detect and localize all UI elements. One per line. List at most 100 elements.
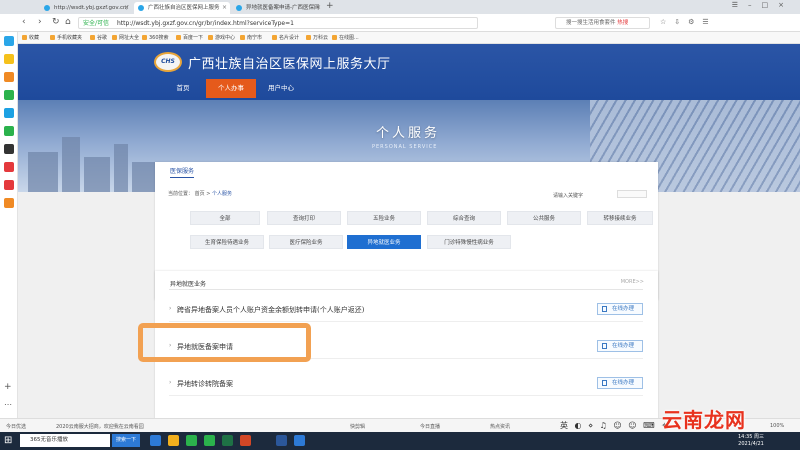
wechat-icon[interactable] xyxy=(204,435,215,446)
close-icon[interactable]: × xyxy=(316,2,321,14)
forward-icon[interactable]: › xyxy=(38,17,42,27)
chevron-right-icon: › xyxy=(169,305,172,312)
settings-icon[interactable]: ⋯ xyxy=(4,400,14,410)
nav-personal-affairs[interactable]: 个人办事 xyxy=(206,79,256,98)
url-field[interactable]: 安全/可信 http://wsdt.ybj.gxzf.gov.cn/gr/br/… xyxy=(78,17,478,29)
browser-search-input[interactable]: 搜一搜生活用食套件 热搜 xyxy=(555,17,650,29)
category-remote-medical[interactable]: 异地就医业务 xyxy=(347,235,421,249)
taskbar-search-button[interactable]: 搜索一下 xyxy=(112,434,140,447)
chat-icon[interactable] xyxy=(4,90,14,100)
category-all[interactable]: 全部 xyxy=(190,211,260,225)
online-handle-button[interactable]: 在线办理 xyxy=(597,340,643,352)
back-icon[interactable]: ‹ xyxy=(22,17,26,27)
status-item[interactable]: 热点资讯 xyxy=(490,423,510,430)
category-chronic-disease[interactable]: 门诊特殊慢性病业务 xyxy=(427,235,511,249)
service-item[interactable]: › 异地转诊转院备案 在线办理 xyxy=(169,372,643,396)
service-item-name[interactable]: 异地转诊转院备案 xyxy=(177,379,233,389)
main-nav: 首页 个人办事 用户中心 xyxy=(18,79,800,100)
keyword-input[interactable] xyxy=(617,190,647,198)
online-handle-button[interactable]: 在线办理 xyxy=(597,377,643,389)
document-icon xyxy=(602,343,607,349)
bookmark-item[interactable]: 游戏中心 xyxy=(208,34,235,41)
system-clock[interactable]: 14:35 周三 2021/4/21 xyxy=(738,434,764,448)
browser-logo-icon[interactable] xyxy=(4,36,14,46)
folder-icon xyxy=(240,35,245,40)
nav-user-center[interactable]: 用户中心 xyxy=(256,79,306,98)
bookmark-item[interactable]: 谷歌 xyxy=(90,34,107,41)
category-transfer[interactable]: 转移接续业务 xyxy=(587,211,653,225)
status-news[interactable]: 2020云南服大招商，欢迎我在云南看园 xyxy=(56,423,144,430)
ie-icon[interactable] xyxy=(150,435,161,446)
bookmark-item[interactable]: 手机收藏夹 xyxy=(50,34,82,41)
close-icon[interactable]: × xyxy=(222,2,227,14)
edge-icon[interactable] xyxy=(294,435,305,446)
weibo-icon[interactable] xyxy=(4,72,14,82)
browser-360-icon[interactable] xyxy=(186,435,197,446)
pinned-app-icon[interactable] xyxy=(4,108,14,118)
folder-icon xyxy=(112,35,117,40)
category-query-print[interactable]: 查询打印 xyxy=(267,211,341,225)
status-today-pick[interactable]: 今日优选 xyxy=(6,423,26,430)
star-icon[interactable] xyxy=(4,54,14,64)
folder-icon xyxy=(272,35,277,40)
bookmark-item[interactable]: 360搜索 xyxy=(142,34,169,41)
service-item[interactable]: › 跨省异地备案人员个人账户资金余额划转申请(个人账户返还) 在线办理 xyxy=(169,298,643,322)
category-maternity[interactable]: 生育保险待遇业务 xyxy=(190,235,264,249)
zoom-level[interactable]: 100% xyxy=(770,423,784,429)
category-general-query[interactable]: 综合查询 xyxy=(427,211,501,225)
banner-title: 个人服务 xyxy=(376,126,441,141)
service-item-name[interactable]: 跨省异地备案人员个人账户资金余额划转申请(个人账户返还) xyxy=(177,305,364,315)
window-controls[interactable]: ☰–□× xyxy=(732,1,794,9)
folder-icon[interactable] xyxy=(168,435,179,446)
status-item[interactable]: 今日直播 xyxy=(420,423,440,430)
tab-medical-service[interactable]: 医保服务 xyxy=(170,166,195,178)
bookmark-item[interactable]: 网址大全 xyxy=(112,34,139,41)
mail-icon[interactable] xyxy=(4,198,14,208)
hot-search-label: 热搜 xyxy=(617,20,629,26)
toolbar-icons[interactable]: ☆⇩⚙☰ xyxy=(660,18,717,26)
news-icon[interactable] xyxy=(4,162,14,172)
keyword-label: 请输入关键字 xyxy=(553,193,584,199)
windows-start-icon[interactable]: ⊞ xyxy=(4,435,12,446)
url-text: http://wsdt.ybj.gxzf.gov.cn/gr/br/index.… xyxy=(116,20,294,27)
bookmark-item[interactable]: 南宁市 xyxy=(240,34,262,41)
refresh-icon[interactable]: ↻ xyxy=(52,17,60,27)
folder-icon xyxy=(208,35,213,40)
folder-icon xyxy=(142,35,147,40)
bookmark-item[interactable]: 收藏 xyxy=(22,34,39,41)
game-icon[interactable] xyxy=(4,126,14,136)
bookmark-item[interactable]: 名片设计 xyxy=(272,34,299,41)
orange-highlight-box xyxy=(138,323,311,362)
word-icon[interactable] xyxy=(276,435,287,446)
ime-toolbar-icons[interactable]: 英 ◐ ⋄ ♫ ☺ ☺ ⌨ ✦ xyxy=(560,420,670,431)
online-handle-button[interactable]: 在线办理 xyxy=(597,303,643,315)
folder-icon xyxy=(50,35,55,40)
more-link[interactable]: MORE>> xyxy=(621,279,644,285)
shopping-icon[interactable] xyxy=(4,180,14,190)
browser-tab-1[interactable]: http://wsdt.ybj.gxzf.gov.cn/ × xyxy=(40,2,132,14)
category-medical-insurance[interactable]: 医疗保险业务 xyxy=(269,235,343,249)
taskbar-search-input[interactable]: 365无音乐播放 xyxy=(20,434,110,447)
category-public-service[interactable]: 公共服务 xyxy=(507,211,581,225)
category-five-insurance[interactable]: 五险业务 xyxy=(347,211,421,225)
browser-tab-strip: http://wsdt.ybj.gxzf.gov.cn/ × 广西壮族自治区医保… xyxy=(0,0,800,14)
folder-icon xyxy=(90,35,95,40)
breadcrumb-home[interactable]: 首页 xyxy=(195,191,205,197)
bookmark-item[interactable]: 百度一下 xyxy=(176,34,203,41)
site-favicon-icon xyxy=(236,5,242,11)
home-icon[interactable]: ⌂ xyxy=(65,17,71,27)
new-tab-button[interactable]: + xyxy=(326,1,334,11)
video-icon[interactable] xyxy=(4,144,14,154)
site-favicon-icon xyxy=(44,5,50,11)
browser-tab-2[interactable]: 广西壮族自治区医保网上服务 × xyxy=(134,2,230,14)
app-icon[interactable] xyxy=(240,435,251,446)
close-icon[interactable]: × xyxy=(124,2,129,14)
nav-home[interactable]: 首页 xyxy=(158,79,208,98)
add-icon[interactable]: + xyxy=(4,382,14,392)
excel-icon[interactable] xyxy=(222,435,233,446)
status-item[interactable]: 快剪辑 xyxy=(350,423,365,430)
browser-tab-3[interactable]: 异地就医备案申请-广西医保网 × xyxy=(232,2,324,14)
bookmark-item[interactable]: 在线图... xyxy=(332,34,359,41)
skyline-building xyxy=(62,137,80,192)
bookmark-item[interactable]: 万科云 xyxy=(306,34,328,41)
